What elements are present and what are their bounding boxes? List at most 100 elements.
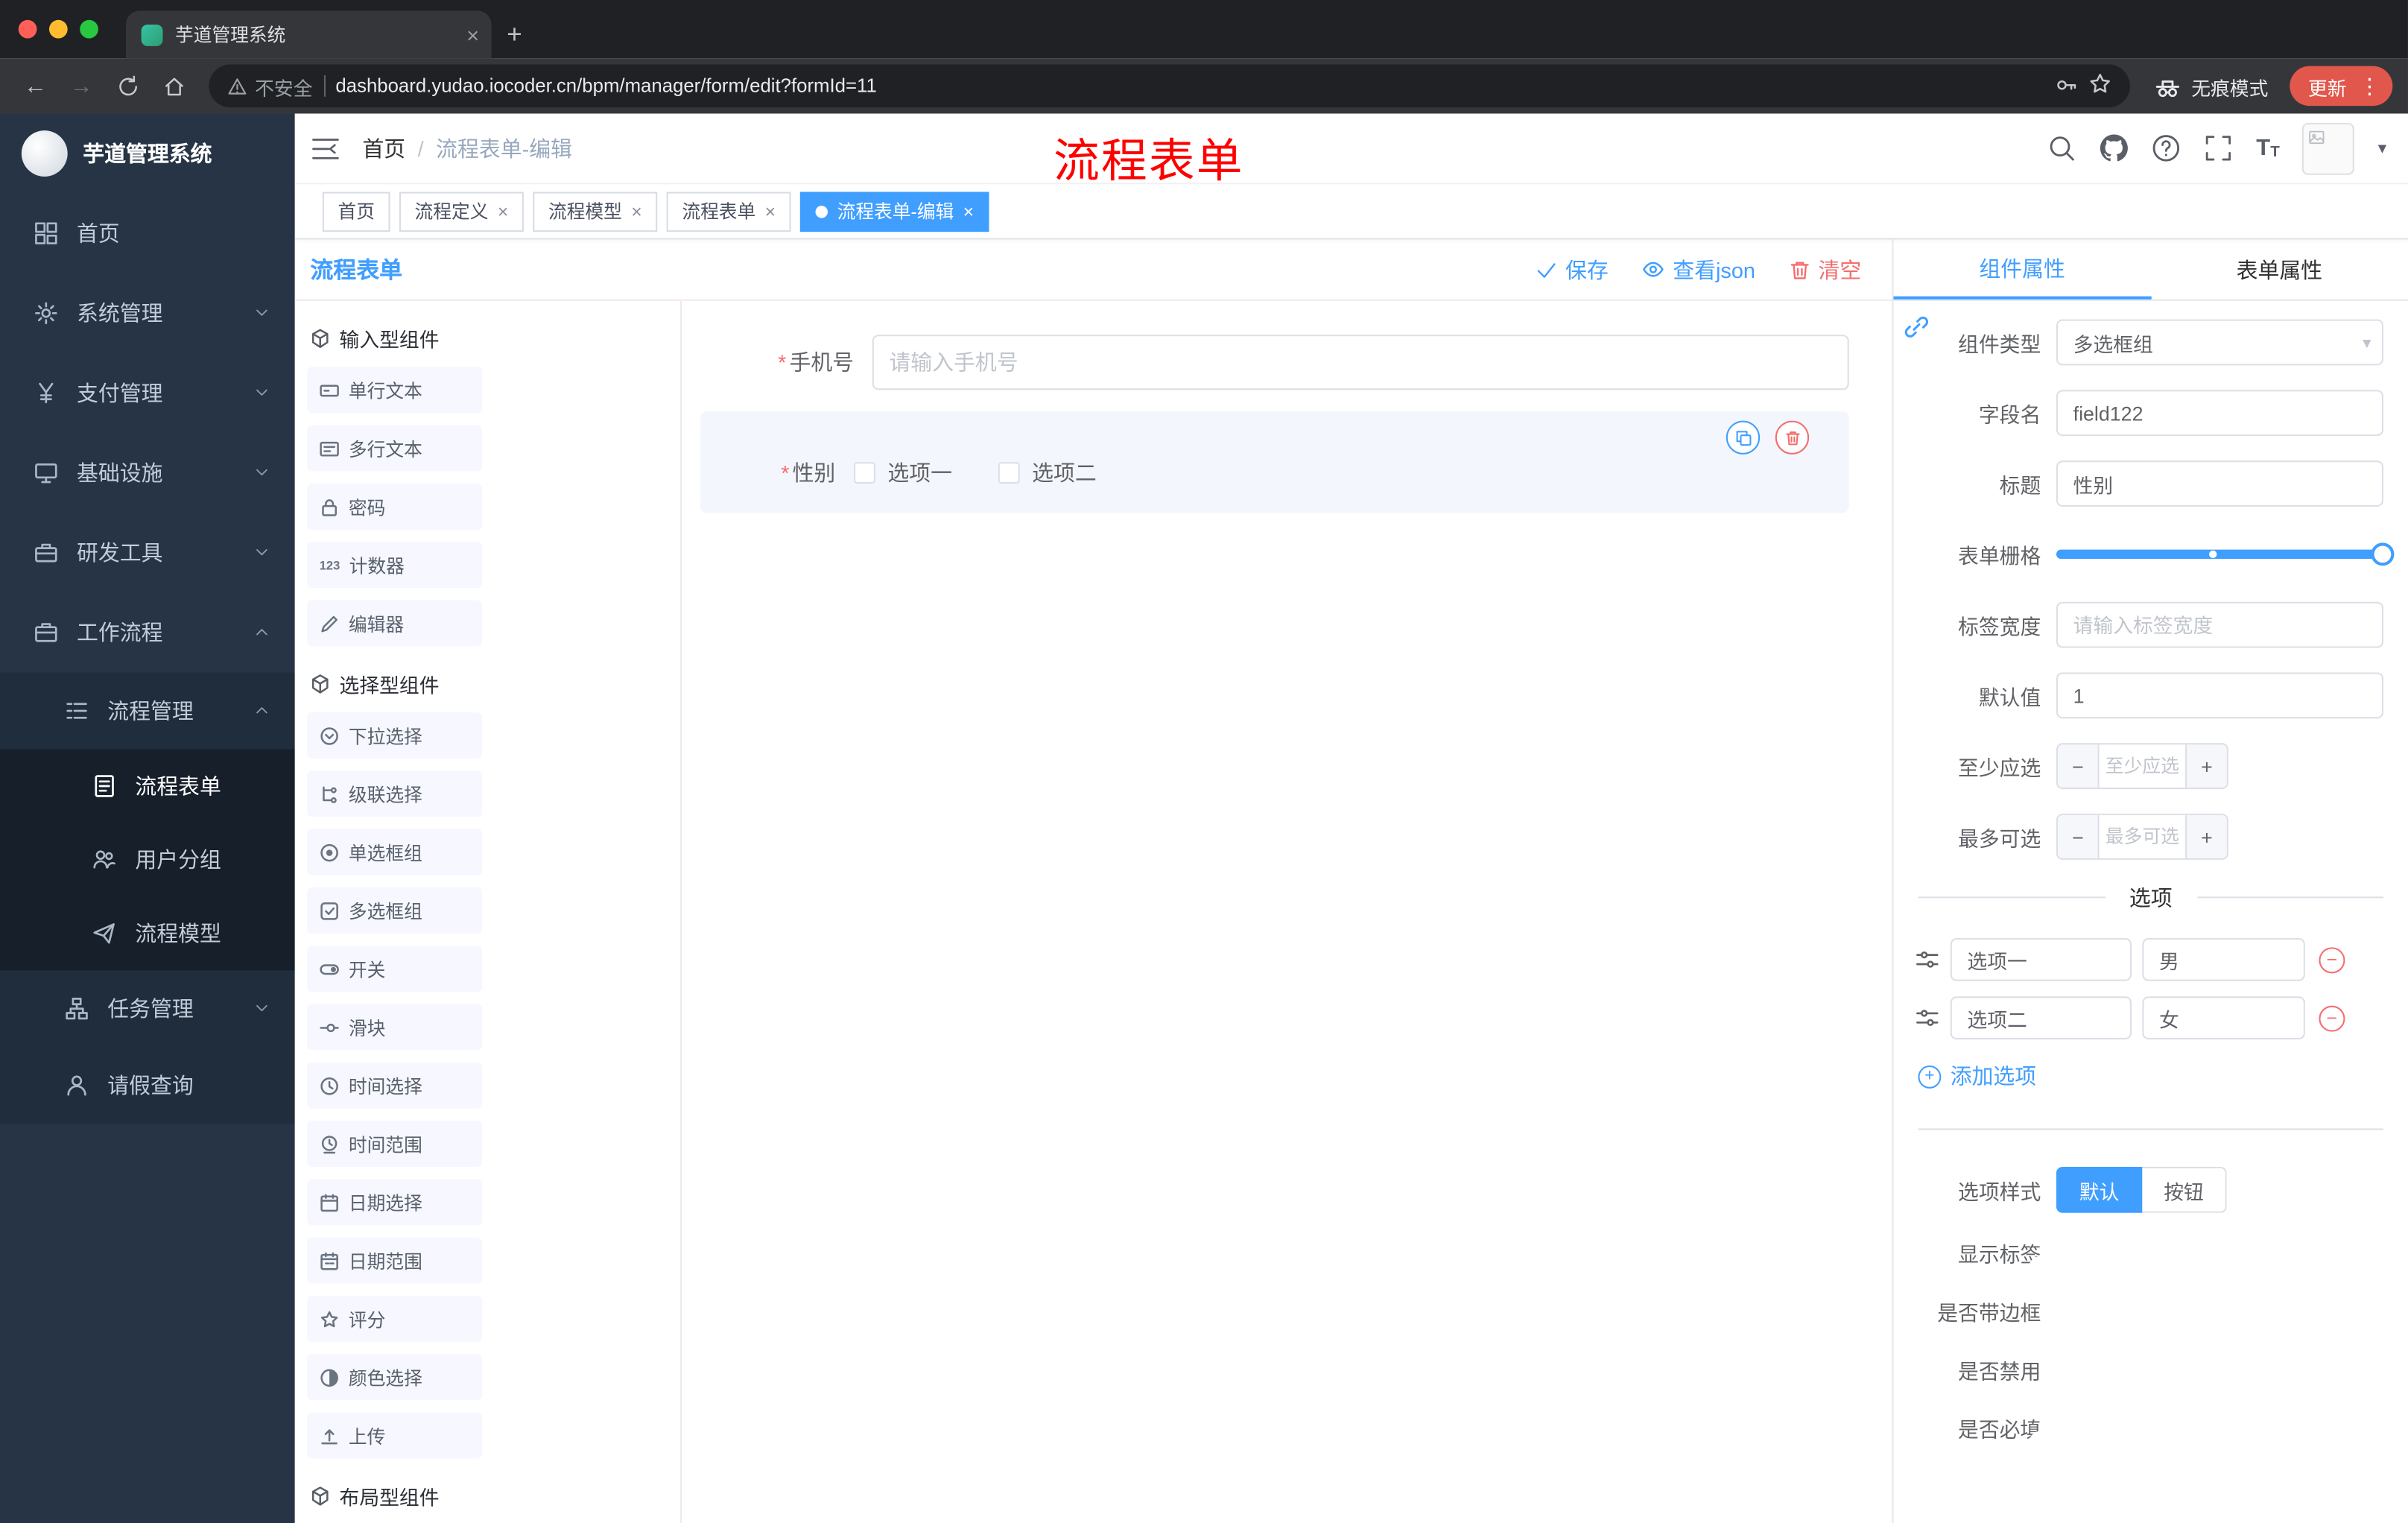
sidebar-item-system[interactable]: 系统管理	[0, 273, 295, 353]
drag-handle-icon[interactable]	[1915, 947, 1939, 972]
address-bar[interactable]: 不安全 dashboard.yudao.iocoder.cn/bpm/manag…	[209, 64, 2130, 108]
grid-slider[interactable]	[2056, 531, 2395, 577]
user-avatar[interactable]	[2302, 121, 2355, 174]
option-label-input[interactable]	[1950, 937, 2132, 981]
tag-close-icon[interactable]: ×	[765, 200, 776, 222]
component-rate[interactable]: 评分	[307, 1296, 483, 1342]
home-button[interactable]	[153, 66, 194, 107]
font-size-icon[interactable]: TT	[2256, 135, 2279, 161]
option-value-input[interactable]	[2142, 937, 2305, 981]
avatar-caret-icon[interactable]: ▾	[2378, 138, 2386, 159]
component-select[interactable]: 下拉选择	[307, 712, 483, 759]
component-cascader[interactable]: 级联选择	[307, 770, 483, 817]
sidebar-item-leave-query[interactable]: 请假查询	[0, 1047, 295, 1124]
component-checkbox-group[interactable]: 多选框组	[307, 887, 483, 934]
tab-form-props[interactable]: 表单属性	[2151, 239, 2408, 299]
sidebar-item-task-management[interactable]: 任务管理	[0, 970, 295, 1047]
sidebar-item-devtools[interactable]: 研发工具	[0, 513, 295, 592]
view-json-button[interactable]: 查看json	[1642, 254, 1755, 285]
component-color-picker[interactable]: 颜色选择	[307, 1354, 483, 1401]
window-close-button[interactable]	[18, 19, 37, 39]
sidebar-item-process-model[interactable]: 流程模型	[0, 896, 295, 970]
default-value-input[interactable]	[2056, 672, 2383, 719]
field-name-input[interactable]	[2056, 390, 2383, 437]
breadcrumb-home[interactable]: 首页	[362, 133, 405, 163]
component-textarea[interactable]: 多行文本	[307, 425, 483, 472]
slider-track[interactable]	[2056, 542, 2395, 566]
back-button[interactable]: ←	[16, 66, 56, 107]
min-select-input[interactable]	[2099, 744, 2186, 788]
sidebar-item-workflow[interactable]: 工作流程	[0, 592, 295, 672]
reload-button[interactable]	[107, 66, 148, 107]
component-time-picker[interactable]: 时间选择	[307, 1062, 483, 1109]
delete-component-button[interactable]	[1775, 420, 1810, 455]
label-width-input[interactable]	[2056, 601, 2383, 648]
search-icon[interactable]	[2047, 133, 2076, 162]
tag-close-icon[interactable]: ×	[498, 200, 508, 222]
tag-close-icon[interactable]: ×	[631, 200, 641, 222]
url-text[interactable]: dashboard.yudao.iocoder.cn/bpm/manager/f…	[335, 75, 2044, 97]
component-editor[interactable]: 编辑器	[307, 600, 483, 647]
style-button-button[interactable]: 按钮	[2142, 1166, 2227, 1213]
style-default-button[interactable]: 默认	[2056, 1166, 2143, 1213]
phone-input[interactable]	[872, 335, 1849, 390]
password-key-icon[interactable]	[2055, 72, 2078, 100]
remove-option-icon[interactable]: −	[2319, 946, 2345, 973]
tag-process-definition[interactable]: 流程定义 ×	[399, 191, 524, 232]
slider-handle[interactable]	[2371, 542, 2395, 566]
max-select-input[interactable]	[2099, 815, 2186, 858]
decrease-button[interactable]: −	[2058, 815, 2100, 858]
title-input[interactable]	[2056, 460, 2383, 507]
drag-handle-icon[interactable]	[1915, 1006, 1939, 1030]
component-slider[interactable]: 滑块	[307, 1004, 483, 1051]
canvas-field-gender-selected[interactable]: * 性别 选项一 选项二	[700, 411, 1849, 513]
gender-option-2[interactable]: 选项二	[998, 457, 1097, 488]
tag-process-form[interactable]: 流程表单 ×	[666, 191, 791, 232]
component-date-picker[interactable]: 日期选择	[307, 1179, 483, 1226]
collapse-sidebar-icon[interactable]	[310, 133, 340, 163]
add-option-button[interactable]: + 添加选项	[1918, 1061, 2408, 1092]
help-icon[interactable]	[2152, 133, 2181, 162]
component-text-input[interactable]: 单行文本	[307, 367, 483, 414]
copy-component-button[interactable]	[1726, 420, 1761, 455]
remove-option-icon[interactable]: −	[2319, 1004, 2345, 1031]
component-type-value[interactable]	[2056, 319, 2383, 366]
component-type-select[interactable]: ▾	[2056, 319, 2383, 366]
component-password[interactable]: 密码	[307, 484, 483, 530]
link-icon[interactable]	[1903, 313, 1930, 341]
tag-process-form-edit[interactable]: 流程表单-编辑 ×	[800, 191, 989, 232]
security-status[interactable]: 不安全	[227, 72, 312, 101]
github-icon[interactable]	[2100, 133, 2129, 162]
fullscreen-icon[interactable]	[2204, 133, 2233, 162]
sidebar-item-home[interactable]: 首页	[0, 194, 295, 273]
component-date-range[interactable]: 日期范围	[307, 1237, 483, 1284]
gender-option-1[interactable]: 选项一	[854, 457, 952, 488]
tag-close-icon[interactable]: ×	[963, 200, 974, 222]
option-label-input[interactable]	[1950, 996, 2132, 1039]
component-switch[interactable]: 开关	[307, 946, 483, 992]
sidebar-item-infrastructure[interactable]: 基础设施	[0, 433, 295, 513]
canvas-field-phone[interactable]: * 手机号	[700, 335, 1871, 390]
sidebar-item-user-group[interactable]: 用户分组	[0, 823, 295, 896]
tab-component-props[interactable]: 组件属性	[1893, 239, 2151, 300]
tab-close-icon[interactable]: ×	[466, 24, 479, 45]
component-upload[interactable]: 上传	[307, 1412, 483, 1459]
browser-tab[interactable]: 芋道管理系统 ×	[126, 10, 492, 59]
tag-process-model[interactable]: 流程模型 ×	[533, 191, 658, 232]
window-zoom-button[interactable]	[80, 19, 98, 39]
save-button[interactable]: 保存	[1536, 254, 1609, 285]
bookmark-star-icon[interactable]	[2088, 72, 2111, 100]
clear-button[interactable]: 清空	[1789, 254, 1861, 285]
browser-menu-icon[interactable]: ⋮	[2353, 73, 2386, 99]
tag-home[interactable]: 首页	[322, 191, 390, 232]
increase-button[interactable]: +	[2185, 815, 2227, 858]
decrease-button[interactable]: −	[2058, 744, 2100, 788]
forward-button[interactable]: →	[61, 66, 101, 107]
window-minimize-button[interactable]	[48, 19, 68, 39]
component-counter[interactable]: 123 计数器	[307, 542, 483, 589]
component-time-range[interactable]: 时间范围	[307, 1121, 483, 1167]
component-radio-group[interactable]: 单选框组	[307, 829, 483, 876]
new-tab-button[interactable]: +	[507, 20, 522, 51]
option-value-input[interactable]	[2142, 996, 2305, 1039]
browser-update-button[interactable]: 更新 ⋮	[2290, 66, 2393, 107]
